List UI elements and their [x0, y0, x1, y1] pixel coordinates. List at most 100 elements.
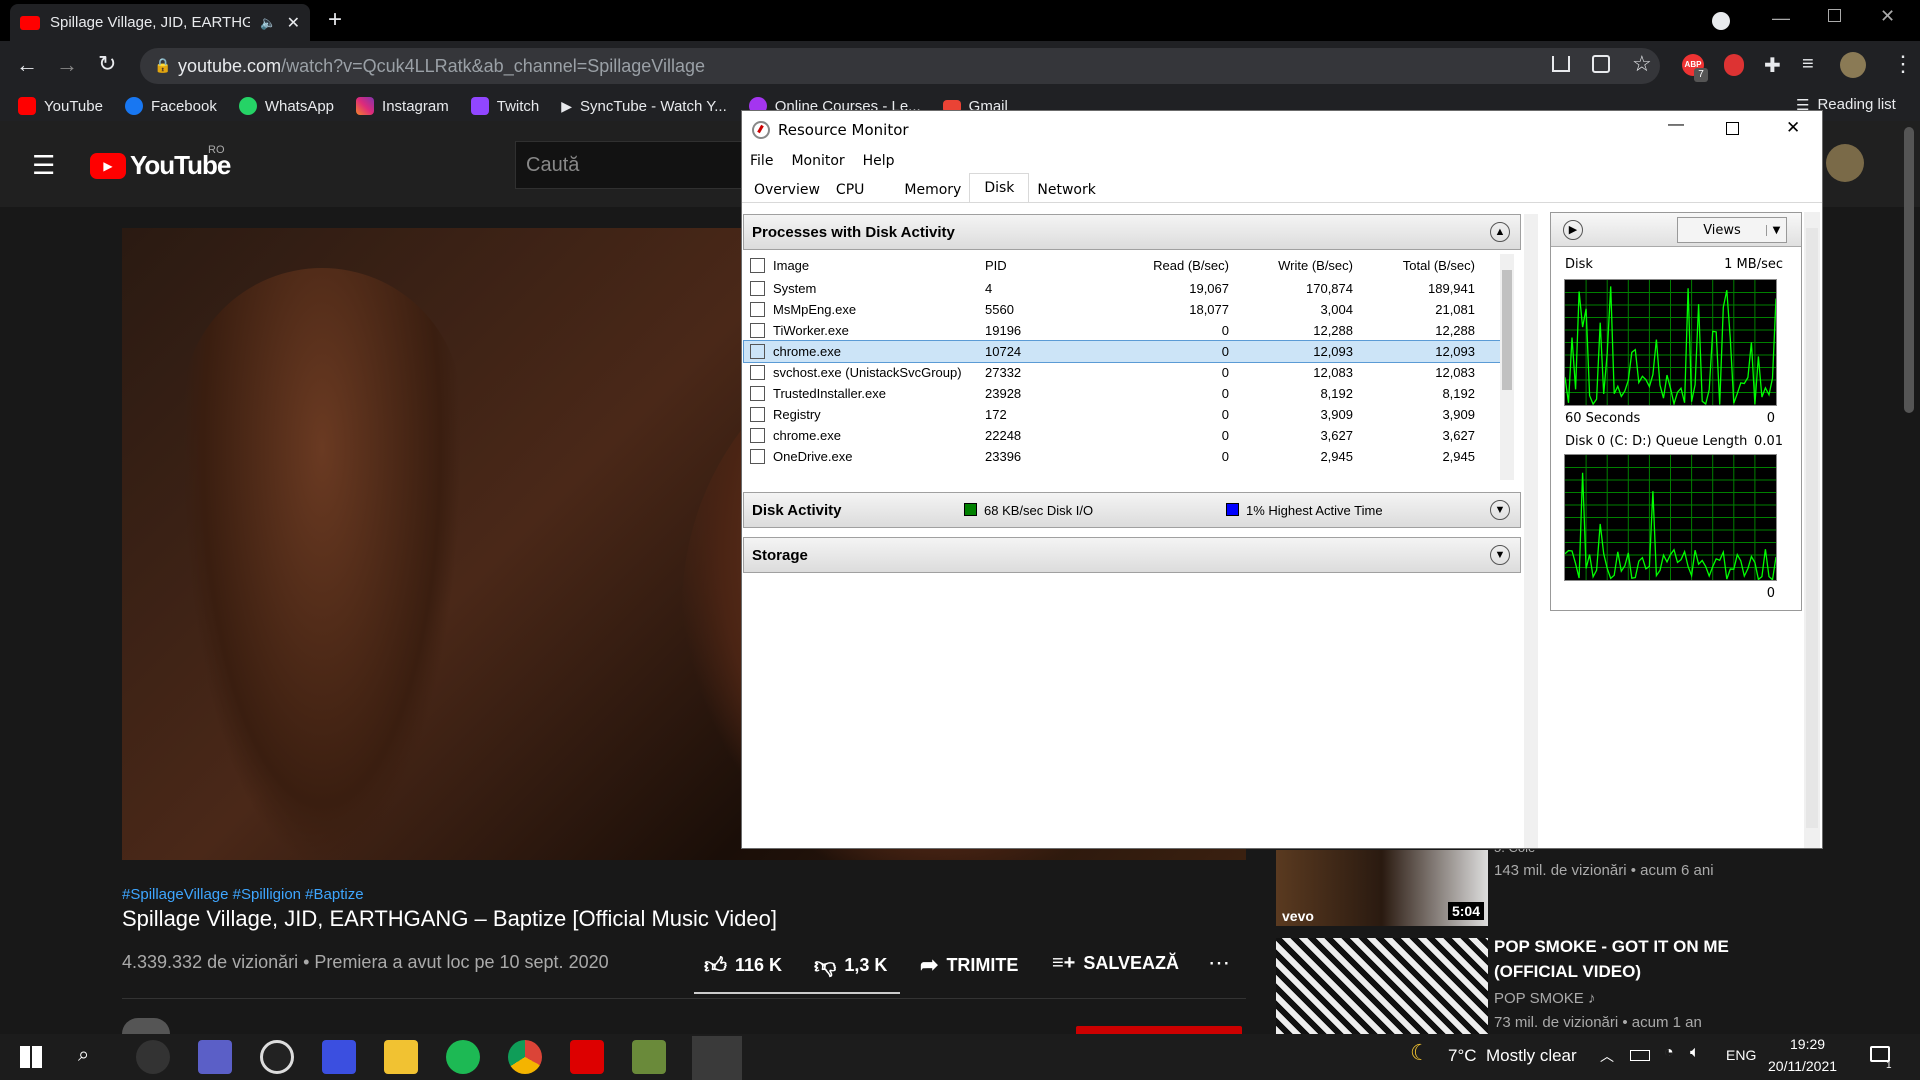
tab-memory[interactable]: Memory — [896, 178, 969, 202]
collapse-pane-icon[interactable]: ▶ — [1563, 220, 1583, 240]
menu-monitor[interactable]: Monitor — [791, 153, 844, 169]
account-avatar[interactable] — [1826, 144, 1864, 182]
process-row[interactable]: svchost.exe (UnistackSvcGroup) 27332 0 12,0… — [744, 362, 1504, 383]
extension-hand-icon[interactable] — [1724, 54, 1744, 76]
storage-panel-header[interactable]: Storage ▼ — [743, 537, 1521, 573]
process-checkbox[interactable] — [750, 407, 765, 422]
resmon-maximize-button[interactable] — [1726, 122, 1739, 135]
processes-panel-header[interactable]: Processes with Disk Activity ▲ — [743, 214, 1521, 250]
clock-app-icon[interactable] — [260, 1040, 294, 1074]
col-total[interactable]: Total (B/sec) — [1353, 258, 1475, 273]
col-write[interactable]: Write (B/sec) — [1229, 258, 1353, 273]
process-row[interactable]: Registry 172 0 3,909 3,909 — [744, 404, 1504, 425]
like-button[interactable]: 👍︎ 116 K — [704, 952, 782, 979]
reading-mode-icon[interactable]: ≡ — [1802, 53, 1814, 76]
right-pane-scrollbar[interactable] — [1804, 212, 1820, 848]
resmon-minimize-button[interactable]: — — [1668, 116, 1684, 134]
back-icon[interactable]: ← — [16, 52, 38, 78]
tray-overflow-icon[interactable]: ︿ — [1600, 1046, 1614, 1066]
profile-avatar[interactable] — [1840, 52, 1866, 78]
rec-thumbnail-2[interactable] — [1276, 938, 1488, 1034]
alienware-app-icon[interactable] — [136, 1040, 170, 1074]
tab-cpu[interactable]: CPU — [828, 178, 872, 202]
rec-thumbnail-1[interactable]: vevo 5:04 — [1276, 850, 1488, 926]
address-bar[interactable]: 🔒 youtube.com/watch?v=Qcuk4LLRatk&ab_cha… — [140, 48, 1660, 84]
chrome-icon[interactable] — [508, 1040, 542, 1074]
expand-chevron-icon[interactable]: ▼ — [1490, 500, 1510, 520]
bookmark-twitch[interactable]: Twitch — [470, 97, 539, 115]
process-row[interactable]: System 4 19,067 170,874 189,941 — [744, 278, 1504, 299]
hamburger-menu-icon[interactable]: ☰ — [32, 150, 55, 181]
tab-network[interactable]: Network — [1029, 178, 1103, 202]
new-tab-button[interactable]: + — [328, 6, 342, 34]
tab-disk[interactable]: Disk — [969, 173, 1030, 202]
disk-activity-panel-header[interactable]: Disk Activity 68 KB/sec Disk I/O 1% High… — [743, 492, 1521, 528]
process-checkbox[interactable] — [750, 302, 765, 317]
spreadsheet-app-icon[interactable] — [632, 1040, 666, 1074]
process-checkbox[interactable] — [750, 449, 765, 464]
battery-icon[interactable] — [1630, 1050, 1650, 1061]
rec-channel-2[interactable]: POP SMOKE ♪ — [1494, 990, 1595, 1007]
col-image[interactable]: Image — [773, 258, 981, 273]
process-checkbox[interactable] — [750, 323, 765, 338]
process-row[interactable]: TiWorker.exe 19196 0 12,288 12,288 — [744, 320, 1504, 341]
save-button[interactable]: ≡+ SALVEAZĂ — [1052, 952, 1179, 975]
start-button[interactable] — [20, 1046, 42, 1068]
code-app-icon[interactable] — [322, 1040, 356, 1074]
share-icon[interactable] — [1592, 55, 1610, 73]
bookmark-facebook[interactable]: Facebook — [124, 97, 217, 115]
process-row[interactable]: chrome.exe 22248 0 3,627 3,627 — [744, 425, 1504, 446]
process-table-scrollbar[interactable] — [1500, 254, 1514, 480]
channel-avatar[interactable] — [122, 1018, 170, 1034]
select-all-checkbox[interactable] — [750, 257, 765, 273]
views-button[interactable]: Views ▼ — [1677, 217, 1787, 243]
process-checkbox[interactable] — [750, 344, 765, 359]
process-row[interactable]: OneDrive.exe 23396 0 2,945 2,945 — [744, 446, 1504, 467]
col-read[interactable]: Read (B/sec) — [1041, 258, 1229, 273]
rec-title-2[interactable]: POP SMOKE - GOT IT ON ME (OFFICIAL VIDEO) — [1494, 934, 1729, 984]
browser-tab[interactable]: Spillage Village, JID, EARTHG 🔈 ✕ — [10, 4, 310, 41]
more-actions-icon[interactable]: ⋯ — [1208, 950, 1230, 976]
spotify-icon[interactable] — [446, 1040, 480, 1074]
bookmark-youtube[interactable]: YouTube — [18, 97, 103, 115]
bookmark-instagram[interactable]: Instagram — [356, 97, 449, 115]
menu-help[interactable]: Help — [863, 153, 895, 169]
wifi-icon[interactable]: ◔ — [1664, 1044, 1674, 1062]
close-window-button[interactable]: ✕ — [1880, 6, 1895, 27]
input-language[interactable]: ENG — [1726, 1047, 1756, 1063]
collapse-chevron-icon[interactable]: ▲ — [1490, 222, 1510, 242]
process-checkbox[interactable] — [750, 386, 765, 401]
weather-text[interactable]: 7°C Mostly clear — [1448, 1046, 1577, 1066]
clock-date[interactable]: 20/11/2021 — [1768, 1058, 1837, 1074]
tab-search-icon[interactable] — [1712, 12, 1730, 30]
process-row[interactable]: MsMpEng.exe 5560 18,077 3,004 21,081 — [744, 299, 1504, 320]
tab-overview[interactable]: Overview — [746, 178, 828, 202]
resmon-close-button[interactable]: ✕ — [1786, 118, 1800, 138]
process-row[interactable]: TrustedInstaller.exe 23928 0 8,192 8,192 — [744, 383, 1504, 404]
teams-app-icon[interactable] — [198, 1040, 232, 1074]
maximize-window-button[interactable] — [1828, 9, 1841, 22]
share-button[interactable]: ➦ TRIMITE — [920, 952, 1018, 978]
process-row[interactable]: chrome.exe 10724 0 12,093 12,093 — [743, 340, 1505, 363]
youtube-search-input[interactable]: Caută — [515, 141, 745, 189]
tab-close-icon[interactable]: ✕ — [287, 13, 300, 33]
minimize-window-button[interactable]: — — [1772, 8, 1790, 29]
resource-monitor-taskbar-icon[interactable] — [692, 1036, 742, 1080]
acrobat-icon[interactable] — [570, 1040, 604, 1074]
volume-icon[interactable]: 🔈︎ — [1690, 1044, 1700, 1062]
puzzle-extensions-icon[interactable]: ✚ — [1764, 53, 1781, 78]
install-icon[interactable] — [1552, 56, 1570, 72]
col-pid[interactable]: PID — [981, 258, 1041, 273]
reload-icon[interactable]: ↻ — [98, 51, 116, 77]
subscribe-button[interactable] — [1076, 1026, 1242, 1034]
search-icon[interactable]: ⌕ — [78, 1044, 89, 1067]
audio-icon[interactable]: 🔈 — [260, 15, 276, 31]
file-explorer-icon[interactable] — [384, 1040, 418, 1074]
clock-time[interactable]: 19:29 — [1790, 1036, 1825, 1052]
bookmark-star-icon[interactable]: ☆ — [1632, 51, 1652, 77]
process-checkbox[interactable] — [750, 428, 765, 443]
process-checkbox[interactable] — [750, 365, 765, 380]
expand-chevron-icon[interactable]: ▼ — [1490, 545, 1510, 565]
bookmark-synctube[interactable]: ▶ SyncTube - Watch Y... — [561, 98, 727, 115]
video-hashtags[interactable]: #SpillageVillage #Spilligion #Baptize — [122, 886, 364, 903]
